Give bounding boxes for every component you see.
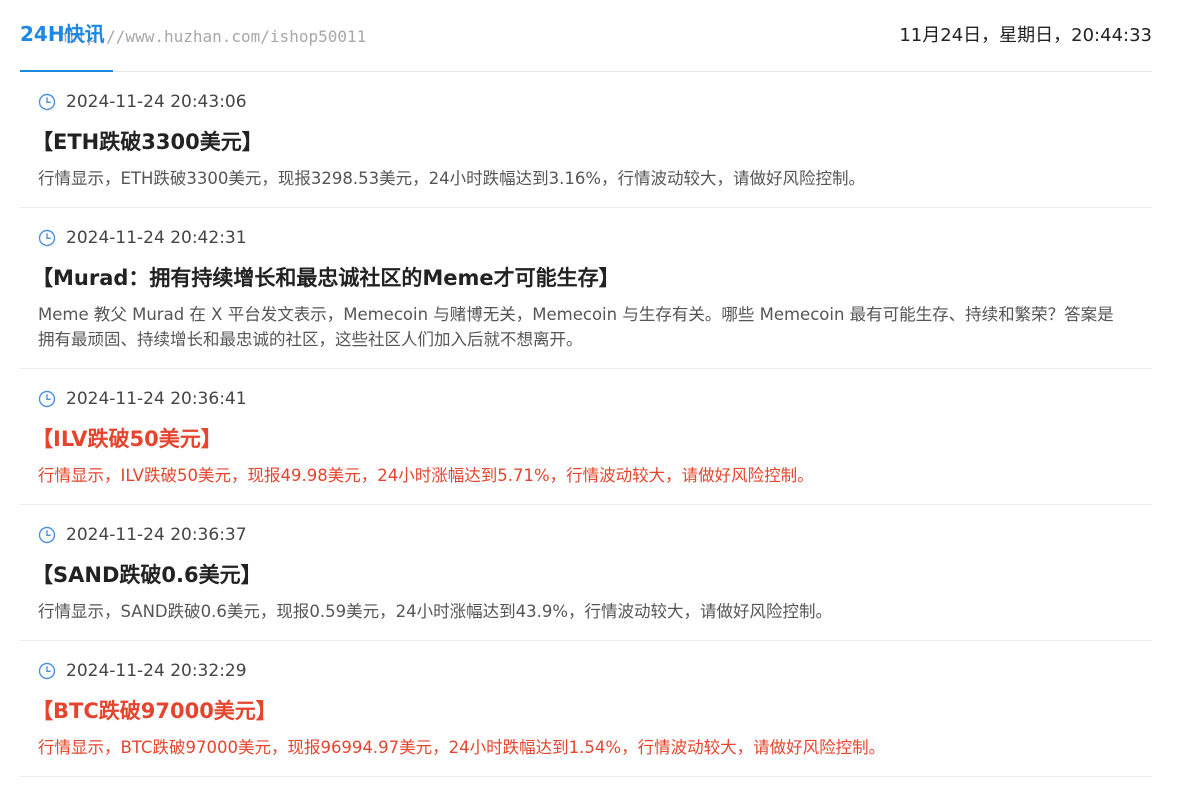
news-time-row: 2024-11-24 20:36:37 (38, 523, 1152, 547)
news-body: Meme 教父 Murad 在 X 平台发文表示，Memecoin 与赌博无关，… (38, 305, 1114, 349)
news-title[interactable]: 【BTC跌破97000美元】 (32, 697, 1152, 725)
news-time: 2024-11-24 20:32:29 (66, 661, 247, 681)
page: 24H快讯 http://www.huzhan.com/ishop50011 1… (0, 0, 1200, 800)
news-title[interactable]: 【Murad：拥有持续增长和最忠诚社区的Meme才可能生存】 (32, 264, 1152, 292)
header: 24H快讯 http://www.huzhan.com/ishop50011 1… (20, 0, 1152, 72)
news-body: 行情显示，ILV跌破50美元，现报49.98美元，24小时涨幅达到5.71%，行… (38, 466, 814, 485)
clock-icon (38, 93, 56, 111)
news-time: 2024-11-24 20:42:31 (66, 228, 247, 248)
news-item: 2024-11-24 20:43:06 【ETH跌破3300美元】 行情显示，E… (20, 72, 1152, 208)
tab-24h-news[interactable]: 24H快讯 (20, 18, 105, 47)
news-item: 2024-11-24 20:36:41 【ILV跌破50美元】 行情显示，ILV… (20, 369, 1152, 505)
news-time-row: 2024-11-24 20:42:31 (38, 226, 1152, 250)
news-item: 2024-11-24 20:32:29 【BTC跌破97000美元】 行情显示，… (20, 641, 1152, 777)
news-item: 2024-11-24 20:36:37 【SAND跌破0.6美元】 行情显示，S… (20, 505, 1152, 641)
news-time-row: 2024-11-24 20:43:06 (38, 90, 1152, 114)
tab-active-underline (20, 70, 113, 72)
news-time-row: 2024-11-24 20:36:41 (38, 387, 1152, 411)
news-container: 24H快讯 http://www.huzhan.com/ishop50011 1… (20, 0, 1152, 777)
clock-icon (38, 229, 56, 247)
news-body: 行情显示，BTC跌破97000美元，现报96994.97美元，24小时跌幅达到1… (38, 738, 886, 757)
news-time: 2024-11-24 20:36:37 (66, 525, 247, 545)
news-title[interactable]: 【SAND跌破0.6美元】 (32, 561, 1152, 589)
news-title[interactable]: 【ILV跌破50美元】 (32, 425, 1152, 453)
current-datetime: 11月24日，星期日，20:44:33 (899, 25, 1152, 46)
news-feed: 2024-11-24 20:43:06 【ETH跌破3300美元】 行情显示，E… (20, 72, 1152, 777)
news-time: 2024-11-24 20:43:06 (66, 92, 247, 112)
news-title[interactable]: 【ETH跌破3300美元】 (32, 128, 1152, 156)
news-item: 2024-11-24 20:42:31 【Murad：拥有持续增长和最忠诚社区的… (20, 208, 1152, 369)
news-time: 2024-11-24 20:36:41 (66, 389, 247, 409)
clock-icon (38, 390, 56, 408)
news-body: 行情显示，ETH跌破3300美元，现报3298.53美元，24小时跌幅达到3.1… (38, 169, 866, 188)
clock-icon (38, 662, 56, 680)
clock-icon (38, 526, 56, 544)
news-time-row: 2024-11-24 20:32:29 (38, 659, 1152, 683)
news-body: 行情显示，SAND跌破0.6美元，现报0.59美元，24小时涨幅达到43.9%，… (38, 602, 833, 621)
